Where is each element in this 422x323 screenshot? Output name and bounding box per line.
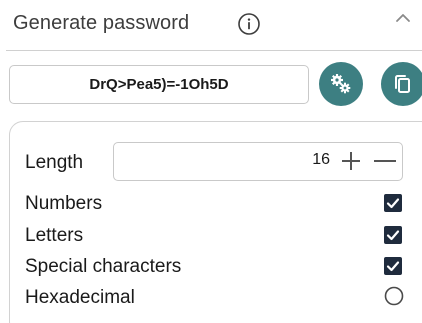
- copy-icon: [395, 75, 410, 93]
- letters-checkbox[interactable]: [384, 226, 402, 244]
- length-label: Length: [25, 152, 84, 173]
- gears-icon: [331, 74, 351, 94]
- section-header[interactable]: Generate password: [0, 0, 422, 50]
- plus-icon[interactable]: [340, 150, 362, 172]
- length-value[interactable]: 16: [300, 151, 330, 169]
- hexadecimal-label: Hexadecimal: [25, 287, 135, 308]
- minus-icon[interactable]: [372, 150, 398, 172]
- chevron-up-icon[interactable]: [391, 6, 415, 30]
- special-characters-checkbox[interactable]: [384, 257, 402, 275]
- copy-button[interactable]: [381, 62, 422, 106]
- letters-label: Letters: [25, 225, 84, 246]
- numbers-checkbox[interactable]: [384, 194, 402, 212]
- special-characters-label: Special characters: [25, 256, 182, 277]
- section-title: Generate password: [13, 12, 190, 34]
- hexadecimal-radio[interactable]: [384, 286, 404, 306]
- generate-button[interactable]: [319, 62, 363, 106]
- generate-password-panel: Generate password DrQ>Pea5)=-1Oh5D Lengt…: [0, 0, 422, 323]
- info-icon[interactable]: [237, 12, 261, 36]
- generated-password-field[interactable]: DrQ>Pea5)=-1Oh5D: [9, 65, 309, 104]
- header-divider: [6, 50, 422, 51]
- numbers-label: Numbers: [25, 193, 103, 214]
